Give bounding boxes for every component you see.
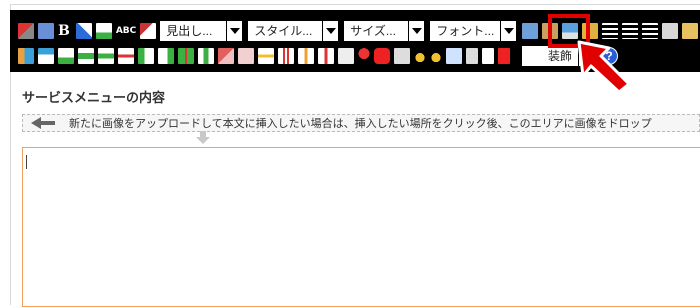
column-icon[interactable] <box>318 48 334 64</box>
chevron-down-icon <box>322 21 339 41</box>
image-dropzone[interactable]: 新たに画像をアップロードして本文に挿入したい場合は、挿入したい場所をクリック後、… <box>22 114 700 132</box>
delete-icon[interactable] <box>338 48 354 64</box>
format-clear-icon[interactable] <box>140 23 157 39</box>
undo-icon[interactable] <box>414 48 426 64</box>
font-dropdown[interactable]: フォント... <box>430 21 517 41</box>
layout-col-left-icon[interactable] <box>138 48 154 64</box>
font-color-icon[interactable] <box>95 23 112 39</box>
chevron-down-icon <box>500 21 517 41</box>
section-title: サービスメニューの内容 <box>22 90 166 105</box>
paste-icon[interactable] <box>38 23 54 39</box>
map-pin-icon[interactable] <box>358 48 370 64</box>
pointer-arrow-icon <box>577 40 631 94</box>
youtube-icon[interactable] <box>374 48 390 64</box>
spellcheck-button[interactable]: ABC <box>116 26 136 36</box>
divider-yellow-icon[interactable] <box>258 48 274 64</box>
text-caret <box>26 155 27 169</box>
style-dropdown[interactable]: スタイル... <box>248 21 339 41</box>
layout-bottom-icon[interactable] <box>58 48 74 64</box>
style-dropdown-value: スタイル... <box>248 21 323 41</box>
decoration-dropdown-value: 装飾 <box>522 46 578 66</box>
tools-icon[interactable] <box>18 23 34 39</box>
size-dropdown-value: サイズ... <box>344 21 409 41</box>
layout-image-left-icon[interactable] <box>18 48 34 64</box>
heading-dropdown-value: 見出し... <box>160 21 227 41</box>
dropzone-text: 新たに画像をアップロードして本文に挿入したい場合は、挿入したい場所をクリック後、… <box>69 118 652 130</box>
eraser-icon[interactable] <box>75 23 92 39</box>
heading-dropdown[interactable]: 見出し... <box>160 21 243 41</box>
preview-icon[interactable] <box>446 48 462 64</box>
layout-split-icon[interactable] <box>178 48 194 64</box>
document-icon[interactable] <box>482 48 494 64</box>
add-icon[interactable] <box>522 23 539 39</box>
content-editor[interactable] <box>22 147 700 307</box>
divider-orange-icon[interactable] <box>298 48 314 64</box>
enter-icon[interactable] <box>394 48 410 64</box>
size-dropdown[interactable]: サイズ... <box>344 21 425 41</box>
layout-band-icon[interactable] <box>98 48 114 64</box>
image-delete-icon[interactable] <box>238 48 254 64</box>
layout-col-icon[interactable] <box>198 48 214 64</box>
bullet-list-icon[interactable] <box>602 23 619 39</box>
box-icon[interactable] <box>662 23 679 39</box>
chevron-down-icon <box>408 21 425 41</box>
check-list-icon[interactable] <box>642 23 659 39</box>
redo-icon[interactable] <box>430 48 442 64</box>
toolbar-row-2: 装飾 ? <box>18 45 618 67</box>
divider-red-icon[interactable] <box>278 48 294 64</box>
layout-red-line-icon[interactable] <box>118 48 134 64</box>
font-dropdown-value: フォント... <box>430 21 501 41</box>
drop-arrow-icon <box>31 117 55 129</box>
red-block-icon[interactable] <box>498 48 510 64</box>
chevron-down-icon <box>226 21 243 41</box>
comment-icon[interactable] <box>682 23 699 39</box>
source-code-icon[interactable] <box>466 48 478 64</box>
layout-center-icon[interactable] <box>78 48 94 64</box>
layout-top-icon[interactable] <box>38 48 54 64</box>
image-frame-icon[interactable] <box>218 48 234 64</box>
layout-col-right-icon[interactable] <box>158 48 174 64</box>
numbered-list-icon[interactable] <box>622 23 639 39</box>
bold-button[interactable]: B <box>58 23 70 39</box>
down-arrow-icon <box>196 131 210 144</box>
